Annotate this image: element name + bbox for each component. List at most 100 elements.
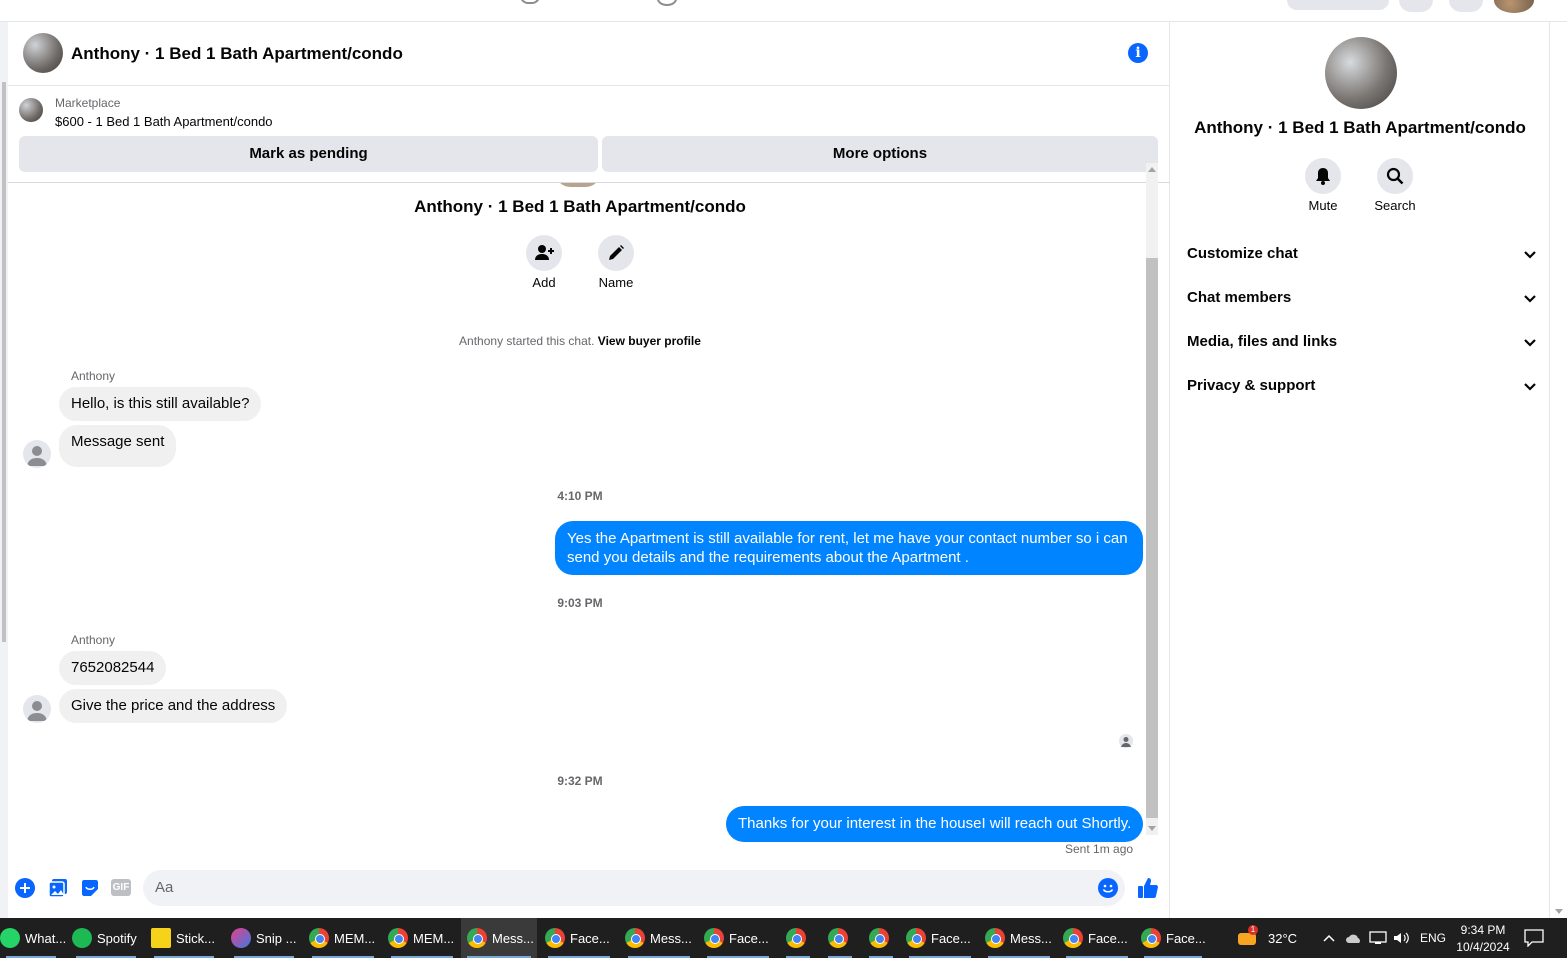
- scroll-up-icon[interactable]: [1148, 167, 1156, 172]
- listing-title[interactable]: $600 - 1 Bed 1 Bath Apartment/condo: [55, 114, 273, 129]
- language-indicator[interactable]: ENG: [1420, 918, 1446, 958]
- conversation-title[interactable]: Anthony · 1 Bed 1 Bath Apartment/condo: [71, 44, 403, 64]
- chrome-icon: [869, 928, 889, 948]
- plus-icon[interactable]: [15, 878, 35, 903]
- more-options-button[interactable]: More options: [602, 136, 1158, 172]
- timestamp: 9:03 PM: [557, 596, 603, 610]
- taskbar-chrome-messenger-2[interactable]: Mess...: [622, 918, 696, 958]
- view-buyer-profile-link[interactable]: View buyer profile: [598, 334, 701, 348]
- sticker-icon[interactable]: [80, 878, 100, 903]
- photo-icon[interactable]: [48, 878, 68, 903]
- chevron-down-icon: [1523, 327, 1537, 368]
- taskbar-label: Spotify: [97, 930, 137, 946]
- gaming-nav-icon[interactable]: [657, 0, 677, 6]
- name-button[interactable]: [598, 235, 634, 271]
- taskbar-label: Face...: [570, 930, 610, 946]
- outgoing-message[interactable]: Yes the Apartment is still available for…: [555, 521, 1143, 575]
- taskbar-chrome-mem-2[interactable]: MEM...: [385, 918, 459, 958]
- create-pill[interactable]: [1287, 0, 1389, 10]
- scroll-down-icon[interactable]: [1148, 826, 1156, 831]
- chevron-down-icon: [1523, 283, 1537, 324]
- incoming-message[interactable]: 7652082544: [59, 651, 167, 685]
- read-receipt-icon: [1119, 734, 1133, 748]
- row-label: Customize chat: [1187, 245, 1298, 262]
- scroll-down-icon[interactable]: [1555, 909, 1563, 914]
- network-icon[interactable]: [1369, 918, 1387, 958]
- add-button[interactable]: [526, 235, 562, 271]
- conversation-avatar[interactable]: [23, 33, 63, 73]
- page-left-scrollbar[interactable]: [0, 22, 8, 918]
- chrome-icon: [985, 928, 1005, 948]
- taskbar-label: MEM...: [413, 930, 455, 946]
- privacy-support-row[interactable]: Privacy & support: [1187, 371, 1537, 401]
- search-button[interactable]: Search: [1360, 158, 1430, 213]
- mark-as-pending-button[interactable]: Mark as pending: [19, 136, 598, 172]
- mute-button[interactable]: Mute: [1288, 158, 1358, 213]
- thread-scrollbar[interactable]: [1146, 163, 1158, 835]
- details-name: Anthony · 1 Bed 1 Bath Apartment/condo: [1194, 118, 1526, 137]
- taskbar-chrome-facebook-4[interactable]: Face...: [1060, 918, 1134, 958]
- customize-chat-row[interactable]: Customize chat: [1187, 239, 1537, 269]
- account-avatar[interactable]: [1494, 0, 1534, 13]
- page-right-scrollbar[interactable]: [1549, 22, 1567, 918]
- volume-icon[interactable]: [1393, 918, 1411, 958]
- taskbar-chrome-mem-1[interactable]: MEM...: [306, 918, 380, 958]
- taskbar-chrome-facebook-3[interactable]: Face...: [903, 918, 977, 958]
- taskbar-chrome-profile-c[interactable]: [863, 918, 899, 958]
- sender-avatar[interactable]: [23, 695, 51, 723]
- taskbar-chrome-messenger-active[interactable]: Mess...: [461, 918, 537, 958]
- chat-panel: Anthony · 1 Bed 1 Bath Apartment/condo i…: [8, 22, 1170, 918]
- chat-members-row[interactable]: Chat members: [1187, 283, 1537, 313]
- add-label: Add: [532, 275, 556, 290]
- details-avatar[interactable]: [1325, 37, 1397, 109]
- gif-icon[interactable]: GIF: [111, 879, 131, 896]
- taskbar-sticky-notes[interactable]: Stick...: [148, 918, 220, 958]
- chrome-icon: [1141, 928, 1161, 948]
- chrome-icon: [309, 928, 329, 948]
- taskbar-chrome-facebook-2[interactable]: Face...: [701, 918, 775, 958]
- chrome-icon: [906, 928, 926, 948]
- taskbar-label: Face...: [931, 930, 971, 946]
- taskbar-label: Snip ...: [256, 930, 297, 946]
- taskbar-chrome-profile-a[interactable]: [780, 918, 816, 958]
- taskbar-label: Mess...: [1010, 930, 1052, 946]
- marketplace-label: Marketplace: [55, 96, 121, 110]
- marketplace-bar: Marketplace $600 - 1 Bed 1 Bath Apartmen…: [8, 86, 1170, 183]
- taskbar-chrome-facebook-5[interactable]: Face...: [1138, 918, 1208, 958]
- thumbs-up-icon[interactable]: [1136, 876, 1160, 905]
- emoji-icon[interactable]: [1098, 878, 1118, 903]
- show-hidden-icons[interactable]: [1322, 918, 1336, 958]
- menu-icon[interactable]: [1399, 0, 1433, 12]
- incoming-message[interactable]: Give the price and the address: [59, 689, 288, 723]
- search-label: Search: [1374, 198, 1416, 213]
- chrome-icon: [388, 928, 408, 948]
- chat-header: Anthony · 1 Bed 1 Bath Apartment/condo i: [8, 22, 1170, 86]
- taskbar-snip[interactable]: Snip ...: [228, 918, 300, 958]
- listing-thumbnail[interactable]: [19, 98, 43, 122]
- sent-status: Sent 1m ago: [1065, 842, 1134, 856]
- info-icon[interactable]: i: [1128, 43, 1148, 63]
- media-files-links-row[interactable]: Media, files and links: [1187, 327, 1537, 357]
- details-panel: Anthony · 1 Bed 1 Bath Apartment/condo M…: [1171, 22, 1549, 918]
- incoming-message[interactable]: Hello, is this still available?: [59, 387, 262, 421]
- marketplace-nav-icon[interactable]: [520, 0, 540, 4]
- taskbar-chrome-profile-b[interactable]: [822, 918, 858, 958]
- taskbar-label: Mess...: [650, 930, 692, 946]
- taskbar-chrome-messenger-3[interactable]: Mess...: [982, 918, 1056, 958]
- message-thread[interactable]: Anthony · 1 Bed 1 Bath Apartment/condo A…: [8, 183, 1158, 858]
- messenger-icon[interactable]: [1449, 0, 1483, 12]
- taskbar-whatsapp[interactable]: What...: [0, 918, 66, 958]
- clock[interactable]: 9:34 PM 10/4/2024: [1452, 918, 1514, 958]
- sender-avatar[interactable]: [23, 440, 51, 468]
- message-input[interactable]: Aa: [143, 870, 1125, 906]
- notifications-icon[interactable]: [1524, 918, 1544, 958]
- scroll-thumb[interactable]: [1146, 258, 1158, 818]
- chrome-icon: [828, 928, 848, 948]
- weather-widget[interactable]: 1 32°C: [1236, 918, 1297, 958]
- onedrive-icon[interactable]: [1345, 918, 1363, 958]
- outgoing-message[interactable]: Thanks for your interest in the houseI w…: [726, 806, 1144, 842]
- windows-taskbar: What... Spotify Stick... Snip ... MEM...…: [0, 918, 1567, 958]
- taskbar-spotify[interactable]: Spotify: [70, 918, 142, 958]
- incoming-message[interactable]: Message sent: [59, 425, 177, 467]
- taskbar-chrome-facebook-1[interactable]: Face...: [542, 918, 616, 958]
